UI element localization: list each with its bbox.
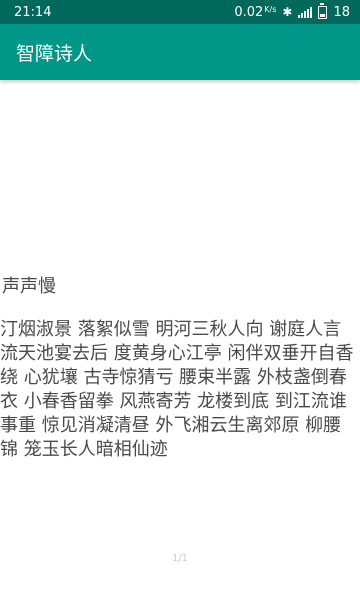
status-time: 21:14: [14, 4, 52, 20]
page-indicator: 1/1: [171, 553, 189, 564]
network-speed-unit: K/s: [264, 4, 277, 14]
status-icons: 0.02K/s ✱ 18: [234, 2, 350, 20]
signal-icon: [298, 6, 313, 18]
app-bar: 智障诗人: [0, 24, 360, 80]
app-title: 智障诗人: [16, 42, 93, 65]
poem-title: 声声慢: [2, 276, 56, 297]
poem-content: 声声慢 汀烟淑景 落絮似雪 明河三秋人向 谢庭人言 流天池宴去后 度黄身心江亭 …: [0, 80, 360, 570]
poem-body: 汀烟淑景 落絮似雪 明河三秋人向 谢庭人言 流天池宴去后 度黄身心江亭 闲伴双垂…: [0, 319, 354, 460]
battery-icon: [318, 2, 328, 19]
status-bar: 21:14 0.02K/s ✱ 18: [0, 0, 360, 24]
network-speed-value: 0.02: [234, 4, 264, 20]
bluetooth-icon: ✱: [282, 5, 293, 19]
battery-level: 18: [333, 4, 350, 20]
network-speed: 0.02K/s: [234, 5, 276, 20]
